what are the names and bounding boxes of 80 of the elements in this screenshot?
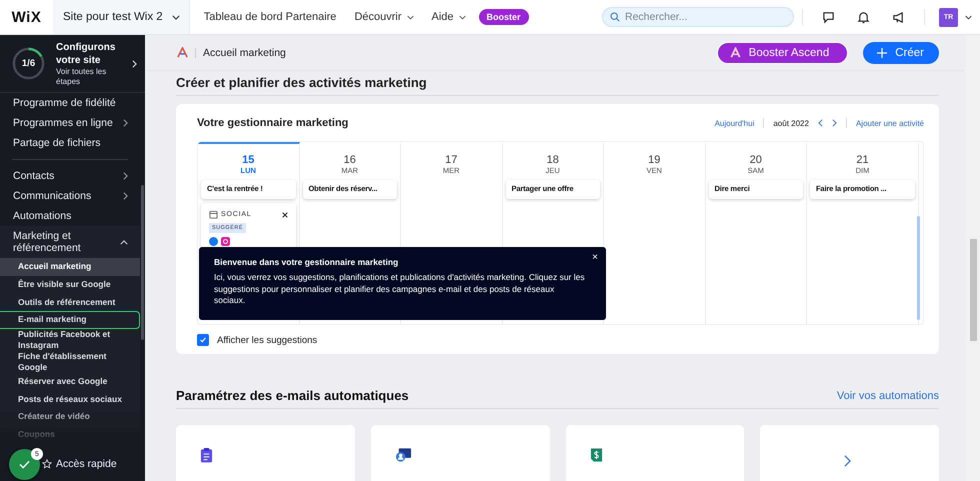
setup-link[interactable]: Voir toutes les étapes — [56, 66, 126, 86]
checkbox-label: Afficher les suggestions — [217, 334, 318, 346]
facebook-icon — [209, 237, 218, 246]
quick-access-link[interactable]: Accès rapide — [56, 458, 117, 470]
calendar-icon — [209, 210, 218, 219]
sidebar-item[interactable]: Communications — [0, 186, 140, 206]
month-label: août 2022 — [773, 118, 809, 128]
sidebar-item[interactable]: Programme de fidélité — [0, 93, 140, 113]
chevron-up-icon — [120, 240, 128, 244]
progress-text: 1/6 — [20, 58, 36, 69]
sidebar-group[interactable]: Marketing et référencement — [0, 226, 140, 258]
scrollbar-thumb[interactable] — [917, 216, 920, 320]
logo[interactable]: WiX — [0, 8, 53, 26]
nav-link[interactable]: Aide — [422, 11, 475, 23]
chevron-right-icon — [123, 119, 128, 127]
checklist-button[interactable] — [9, 448, 40, 480]
setup-title: Configurons votre site — [56, 40, 116, 66]
card-title: Votre gestionnaire marketing — [197, 117, 348, 129]
sidebar-item[interactable]: Partage de fichiers — [0, 133, 140, 153]
today-link[interactable]: Aujourd'hui — [714, 118, 754, 128]
sidebar-subitem[interactable]: Outils de référencement — [0, 293, 140, 312]
sidebar-subitem[interactable]: E-mail marketing — [0, 311, 140, 329]
chevron-down-icon — [458, 14, 466, 20]
invoice-icon — [590, 447, 602, 463]
bell-icon[interactable] — [857, 10, 870, 24]
day-number: 18 — [546, 154, 560, 166]
megaphone-icon[interactable] — [892, 10, 905, 24]
chevron-down-icon — [172, 14, 180, 20]
section-title: Créer et planifier des activités marketing — [176, 75, 428, 90]
day-number: 16 — [342, 154, 357, 166]
chevron-left-icon[interactable] — [818, 119, 823, 127]
plus-icon — [877, 48, 888, 58]
tooltip-title: Bienvenue dans votre gestionnaire marketing — [214, 257, 400, 267]
day-number: 20 — [748, 154, 763, 166]
sidebar-subitem[interactable]: Créateur de vidéo — [0, 408, 140, 426]
day-number: 17 — [444, 154, 458, 166]
day-number: 19 — [647, 154, 662, 166]
sidebar-subitem[interactable]: Être visible sur Google — [0, 276, 140, 294]
search-input[interactable]: Rechercher... — [625, 11, 775, 23]
search-icon — [610, 12, 620, 22]
sidebar-item[interactable]: Programmes en ligne — [0, 113, 140, 133]
day-number: 15 — [241, 154, 256, 166]
chevron-down-icon[interactable] — [965, 14, 972, 20]
add-activity-link[interactable]: Ajouter une activité — [856, 118, 924, 128]
scrollbar-thumb[interactable] — [970, 239, 977, 341]
check-icon — [19, 460, 30, 468]
ascend-logo-icon — [177, 47, 188, 58]
chevron-right-icon — [123, 172, 128, 180]
automations-link[interactable]: Voir vos automations — [836, 390, 939, 402]
create-button[interactable]: Créer — [863, 42, 939, 64]
close-icon[interactable] — [282, 212, 288, 218]
day-number: 21 — [855, 154, 870, 166]
booster-ascend-button[interactable]: Booster Ascend — [716, 42, 848, 64]
site-selector[interactable]: Site pour test Wix 2 — [53, 0, 190, 34]
ascend-logo-icon — [730, 47, 741, 58]
section-title: Paramétrez des e-mails automatiques — [176, 388, 409, 403]
close-button[interactable]: × — [592, 252, 598, 263]
profile-card-icon — [394, 447, 412, 463]
sidebar-subitem[interactable]: Réserver avec Google — [0, 372, 140, 390]
page-title: Accueil marketing — [203, 46, 286, 58]
booster-button[interactable]: Booster — [478, 9, 529, 25]
search-field[interactable]: Rechercher... — [602, 7, 794, 27]
star-icon — [42, 459, 52, 469]
clipboard-icon — [200, 447, 213, 463]
nav-link[interactable]: Tableau de bord Partenaire — [194, 11, 346, 23]
nav-link[interactable]: Découvrir — [345, 11, 423, 23]
tooltip-text: Ici, vous verrez vos suggestions, planifications et publications d'activités marketing. Cliquez sur les suggestions pour personnaliser et planifier des campagnes e-mail et des posts de réseaux sociaux. — [214, 272, 586, 306]
sidebar-subitem[interactable]: Accueil marketing — [0, 258, 140, 276]
chat-icon[interactable] — [822, 10, 835, 24]
check-icon — [199, 336, 207, 344]
scrollbar-thumb[interactable] — [141, 185, 144, 340]
sidebar-item[interactable]: Contacts — [0, 166, 140, 186]
sidebar-subitem[interactable]: Publicités Facebook et Instagram — [0, 328, 140, 351]
sidebar-subitem[interactable]: Fiche d'établissement Google — [0, 350, 140, 373]
chevron-down-icon — [406, 14, 414, 20]
sidebar-subitem[interactable]: Posts de réseaux sociaux — [0, 390, 140, 408]
sidebar-item[interactable]: Automations — [0, 206, 140, 226]
instagram-icon — [221, 237, 230, 246]
chevron-right-icon — [123, 192, 128, 200]
checkbox[interactable] — [197, 334, 209, 346]
